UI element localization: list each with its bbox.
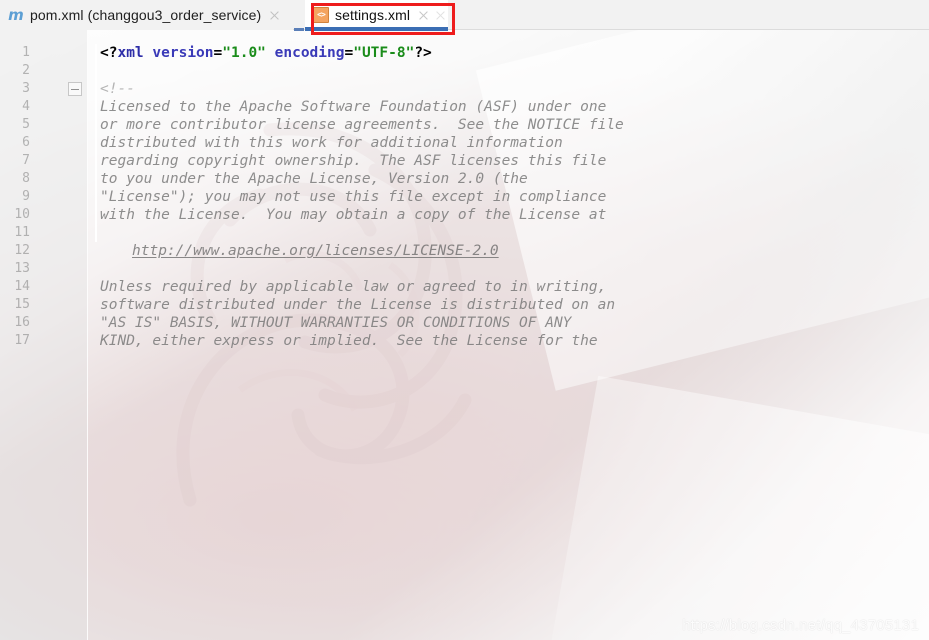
comment-text: KIND, either express or implied. See the…: [100, 333, 598, 349]
xml-token: xml: [117, 45, 144, 61]
comment-text: regarding copyright ownership. The ASF l…: [100, 153, 607, 169]
comment-text: with the License. You may obtain a copy …: [100, 207, 607, 223]
xml-token: <?: [100, 45, 118, 61]
code-line-8[interactable]: to you under the Apache License, Version…: [100, 170, 528, 188]
comment-text: Licensed to the Apache Software Foundati…: [100, 99, 607, 115]
comment-text: to you under the Apache License, Version…: [100, 171, 528, 187]
code-line-14[interactable]: Unless required by applicable law or agr…: [100, 278, 606, 296]
xml-token: =: [344, 45, 354, 61]
close-icon[interactable]: [417, 9, 430, 22]
ide-window: m pom.xml (changgou3_order_service) settin…: [0, 0, 929, 640]
code-line-7[interactable]: regarding copyright ownership. The ASF l…: [100, 152, 606, 170]
active-tab-indicator: [305, 27, 448, 31]
xml-token: ?>: [414, 45, 432, 61]
code-line-16[interactable]: "AS IS" BASIS, WITHOUT WARRANTIES OR CON…: [100, 314, 571, 332]
close-icon[interactable]: [268, 9, 281, 22]
xml-token: "UTF-8": [353, 45, 415, 61]
comment-text: distributed with this work for additiona…: [100, 135, 563, 151]
comment-text: "AS IS" BASIS, WITHOUT WARRANTIES OR CON…: [100, 315, 572, 331]
xml-token: encoding: [274, 45, 345, 61]
editor-area[interactable]: 1 2 3 4 5 6 7 8 9 10 11 12 13 14 15 16 17 <?xml version=…: [0, 30, 929, 640]
code-line-10[interactable]: with the License. You may obtain a copy …: [100, 206, 606, 224]
csdn-watermark: https://blog.csdn.net/qq_43705131: [682, 617, 919, 634]
comment-text: <!--: [100, 81, 135, 97]
code-content[interactable]: <?xml version="1.0" encoding="UTF-8"?> <!…: [0, 30, 929, 640]
editor-tab-label: settings.xml: [335, 7, 411, 23]
xml-token: version: [152, 45, 214, 61]
code-line-6[interactable]: distributed with this work for additiona…: [100, 134, 563, 152]
xml-token: [266, 45, 275, 61]
maven-icon: m: [8, 6, 24, 24]
comment-text: software distributed under the License i…: [100, 297, 616, 313]
license-url-link[interactable]: http://www.apache.org/licenses/LICENSE-2…: [132, 243, 499, 259]
comment-text: or more contributor license agreements. …: [100, 117, 624, 133]
code-line-1[interactable]: <?xml version="1.0" encoding="UTF-8"?>: [100, 44, 432, 62]
editor-tab-settings-xml[interactable]: settings.xml: [305, 0, 448, 30]
code-line-12[interactable]: http://www.apache.org/licenses/LICENSE-2…: [132, 242, 499, 260]
code-line-5[interactable]: or more contributor license agreements. …: [100, 116, 624, 134]
editor-tab-bar: m pom.xml (changgou3_order_service) settin…: [0, 0, 929, 30]
code-line-17[interactable]: KIND, either express or implied. See the…: [100, 332, 598, 350]
editor-tab-label: pom.xml (changgou3_order_service): [30, 7, 262, 23]
comment-text: "License"); you may not use this file ex…: [100, 189, 607, 205]
xml-token: "1.0": [222, 45, 266, 61]
tab-indicator-left-stub: [294, 28, 304, 31]
xml-file-icon: [313, 7, 329, 23]
xml-token: =: [213, 45, 223, 61]
editor-tab-pom-xml[interactable]: m pom.xml (changgou3_order_service): [0, 0, 293, 30]
code-line-9[interactable]: "License"); you may not use this file ex…: [100, 188, 606, 206]
comment-text: Unless required by applicable law or agr…: [100, 279, 607, 295]
code-line-3[interactable]: <!--: [100, 80, 135, 98]
close-icon-secondary[interactable]: [434, 9, 447, 22]
code-line-15[interactable]: software distributed under the License i…: [100, 296, 615, 314]
code-line-4[interactable]: Licensed to the Apache Software Foundati…: [100, 98, 606, 116]
